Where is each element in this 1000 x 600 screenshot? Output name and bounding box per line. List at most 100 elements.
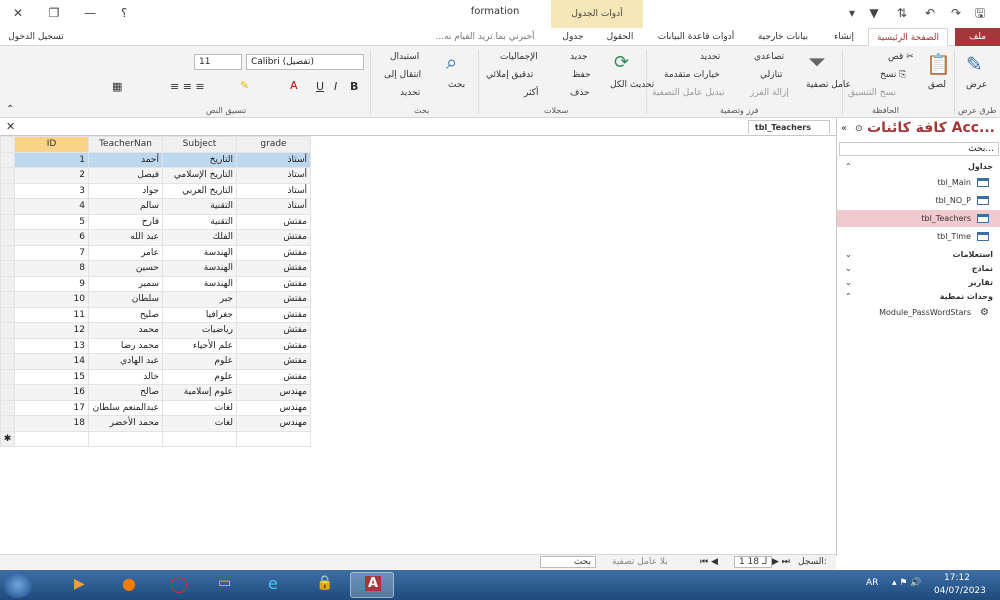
tab-external-data[interactable]: بيانات خارجية — [748, 28, 818, 46]
collapse-ribbon-icon[interactable]: ⌃ — [6, 104, 14, 115]
row-selector[interactable] — [0, 306, 15, 323]
save-record-button[interactable]: حفظ — [572, 70, 591, 80]
cell-teacher-name[interactable]: سالم — [88, 198, 163, 215]
table-row[interactable]: 3 جواد التاريخ العربي أستاذ — [0, 182, 381, 199]
cell-teacher-name[interactable]: عامر — [88, 244, 163, 261]
cell-subject[interactable]: علوم إسلامية — [162, 384, 237, 401]
table-row[interactable]: 15 خالد علوم مفتش — [0, 368, 381, 385]
nav-pane-title[interactable]: كافة كائنات Acc... — [837, 120, 1000, 142]
cell-id[interactable]: 13 — [14, 337, 89, 354]
view-button[interactable]: عرض — [966, 80, 987, 90]
row-selector[interactable] — [0, 244, 15, 261]
font-color-icon[interactable]: A — [290, 79, 298, 92]
datasheet[interactable]: ID TeacherNan Subject grade 1 أحمد التاريخ… — [0, 136, 836, 554]
cell-grade[interactable]: مفتش — [236, 229, 311, 246]
nav-item-module[interactable]: Module_PassWordStars ⚙ — [837, 304, 1000, 321]
cell-grade[interactable]: مهندس — [236, 384, 311, 401]
row-selector[interactable] — [0, 151, 15, 168]
restore-icon[interactable]: ❐ — [42, 4, 66, 22]
remove-sort-button[interactable]: إزالة الفرز — [750, 88, 789, 98]
record-position[interactable]: 1 لـ 18 — [734, 556, 773, 568]
cell-teacher-name[interactable]: سمير — [88, 275, 163, 292]
replace-button[interactable]: استبدال — [390, 52, 419, 62]
select-button[interactable]: تحديد — [400, 88, 420, 98]
row-selector[interactable] — [0, 213, 15, 230]
tell-me-input[interactable]: أخبرني بما تريد القيام به... — [420, 28, 550, 46]
cell-subject[interactable]: التاريخ الإسلامي — [162, 167, 237, 184]
taskbar-keepass-icon[interactable]: 🔒 — [302, 572, 346, 598]
cell-teacher-name[interactable]: سلطان — [88, 291, 163, 308]
table-row[interactable]: 17 عبدالمنعم سلطان لغات مهندس — [0, 399, 381, 416]
nav-item-tbl-teachers[interactable]: tbl_Teachers — [837, 210, 1000, 227]
tab-table[interactable]: جدول — [555, 28, 591, 46]
format-painter-button[interactable]: نسخ التنسيق — [848, 88, 896, 98]
cell-subject[interactable]: الفلك — [162, 229, 237, 246]
minimize-icon[interactable]: — — [78, 4, 102, 22]
start-button[interactable] — [4, 572, 32, 598]
doc-tab-teachers[interactable]: tbl_Teachers — [747, 120, 830, 134]
customize-qat-icon[interactable]: ▾ — [840, 4, 864, 22]
cell-subject[interactable]: علم الأحياء — [162, 337, 237, 354]
cell-teacher-name[interactable]: حسين — [88, 260, 163, 277]
row-selector[interactable] — [0, 229, 15, 246]
taskbar-opera-icon[interactable]: ◯ — [158, 572, 202, 598]
cell-id[interactable]: 7 — [14, 244, 89, 261]
cell-id[interactable]: 8 — [14, 260, 89, 277]
cell-teacher-name[interactable]: فيصل — [88, 167, 163, 184]
taskbar-ie-icon[interactable]: e — [254, 572, 298, 598]
clock-date[interactable]: 04/07/2023 — [934, 586, 986, 596]
spelling-button[interactable]: تدقيق إملائي — [486, 70, 533, 80]
tab-fields[interactable]: الحقول — [600, 28, 640, 46]
align-icon[interactable]: ≡ ≡ ≡ — [170, 80, 205, 93]
table-row[interactable]: 12 محمد رياضيات مفتش — [0, 322, 381, 339]
cell-grade[interactable]: مفتش — [236, 260, 311, 277]
tab-file[interactable]: ملف — [955, 28, 1000, 46]
cell-grade[interactable]: مفتش — [236, 337, 311, 354]
row-selector[interactable] — [0, 291, 15, 308]
descending-button[interactable]: تنازلي — [760, 70, 783, 80]
cell-grade[interactable]: أستاذ — [236, 167, 311, 184]
tab-home[interactable]: الصفحة الرئيسية — [868, 28, 948, 46]
nav-item-tbl-time[interactable]: tbl_Time — [837, 228, 1000, 245]
close-icon[interactable]: ✕ — [6, 4, 30, 22]
row-selector[interactable] — [0, 198, 15, 215]
cell-subject[interactable]: علوم — [162, 368, 237, 385]
cell-grade[interactable]: مهندس — [236, 399, 311, 416]
cell-teacher-name[interactable]: محمد رضا — [88, 337, 163, 354]
table-row[interactable]: 2 فيصل التاريخ الإسلامي أستاذ — [0, 167, 381, 184]
cell-teacher-name[interactable]: محمد — [88, 322, 163, 339]
bold-button[interactable]: B — [350, 80, 358, 93]
filter-icon[interactable]: ▼ — [862, 4, 886, 22]
table-row[interactable]: 6 عبد الله الفلك مفتش — [0, 229, 381, 246]
cell-subject[interactable]: لغات — [162, 399, 237, 416]
cell-grade[interactable]: مفتش — [236, 275, 311, 292]
new-record-button[interactable]: جديد — [570, 52, 588, 62]
sign-in-link[interactable]: تسجيل الدخول — [4, 28, 68, 46]
tab-database-tools[interactable]: أدوات قاعدة البيانات — [650, 28, 742, 46]
col-header-grade[interactable]: grade — [236, 136, 311, 153]
taskbar-access-icon[interactable]: A — [350, 572, 394, 598]
col-header-teachername[interactable]: TeacherNan — [88, 136, 163, 153]
cell-id[interactable]: 11 — [14, 306, 89, 323]
filter-button[interactable]: عامل تصفية — [806, 80, 851, 90]
table-row[interactable]: 14 عبد الهادي علوم مفتش — [0, 353, 381, 370]
gridlines-icon[interactable]: ▦ — [112, 80, 122, 93]
cell-subject[interactable]: جغرافيا — [162, 306, 237, 323]
nav-section-modules[interactable]: ⌃ وحدات نمطية — [837, 288, 1000, 305]
table-row[interactable]: 13 محمد رضا علم الأحياء مفتش — [0, 337, 381, 354]
goto-button[interactable]: انتقال إلى — [384, 70, 421, 80]
row-selector[interactable] — [0, 337, 15, 354]
row-selector[interactable] — [0, 182, 15, 199]
cell-subject[interactable]: التاريخ العربي — [162, 182, 237, 199]
cell-id[interactable]: 3 — [14, 182, 89, 199]
cell-subject[interactable] — [162, 430, 237, 447]
cell-id[interactable]: 2 — [14, 167, 89, 184]
cell-grade[interactable]: مفتش — [236, 368, 311, 385]
new-record-icon[interactable]: ✱ — [0, 430, 15, 447]
table-row[interactable]: 1 أحمد التاريخ أستاذ — [0, 151, 381, 168]
cell-teacher-name[interactable]: عبد الله — [88, 229, 163, 246]
row-selector[interactable] — [0, 167, 15, 184]
taskbar-media-icon[interactable]: ▶ — [62, 572, 106, 598]
row-selector[interactable] — [0, 322, 15, 339]
refresh-all-button[interactable]: تحديث الكل — [610, 80, 654, 90]
